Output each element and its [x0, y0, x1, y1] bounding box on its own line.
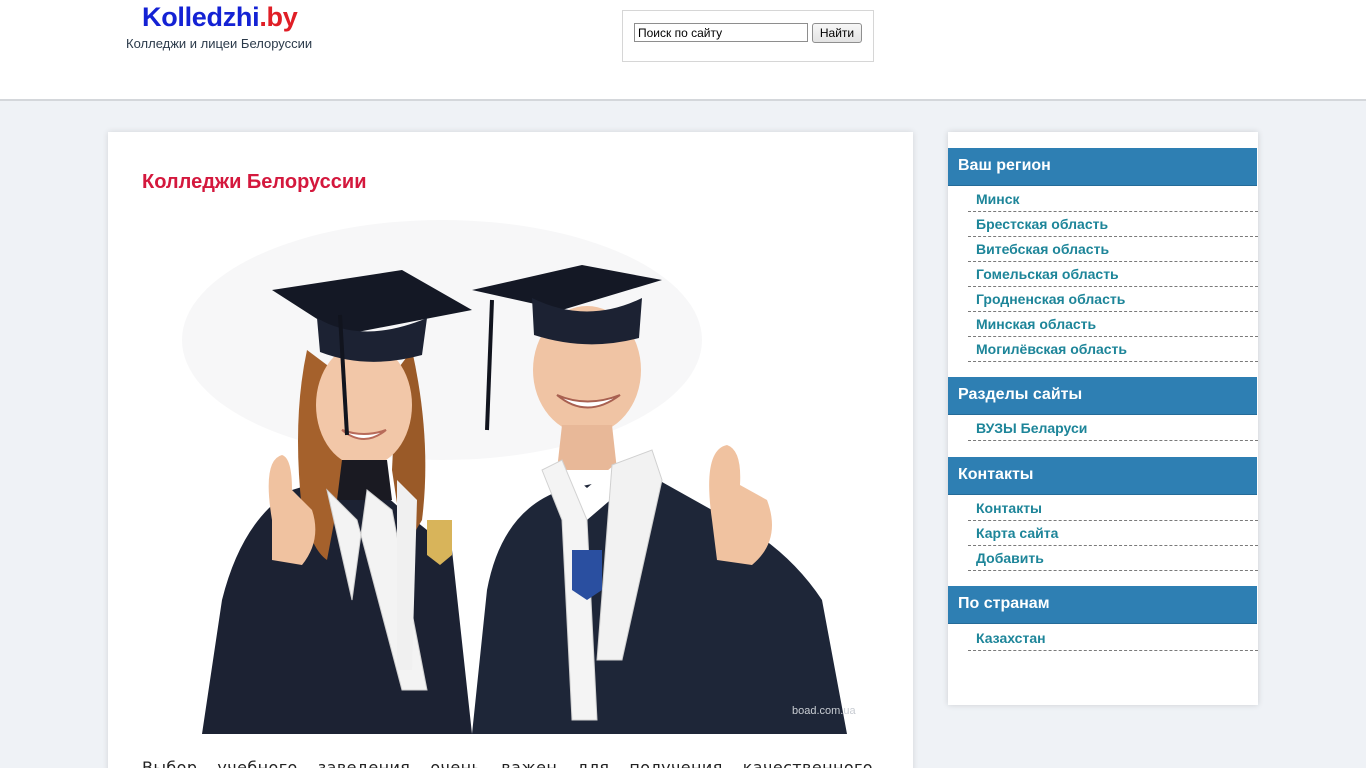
sidebar: Ваш регион Минск Брестская область Витеб… [948, 132, 1258, 705]
list-item: Карта сайта [968, 521, 1258, 546]
list-item: Добавить [968, 546, 1258, 571]
sections-link-universities[interactable]: ВУЗЫ Беларуси [968, 416, 1258, 440]
site-tagline: Колледжи и лицеи Белоруссии [126, 36, 313, 51]
sitemap-link[interactable]: Карта сайта [968, 521, 1258, 545]
list-item: Гродненская область [968, 287, 1258, 312]
region-link-vitebsk[interactable]: Витебская область [968, 237, 1258, 261]
region-link-minsk-oblast[interactable]: Минская область [968, 312, 1258, 336]
region-link-gomel[interactable]: Гомельская область [968, 262, 1258, 286]
list-item: Минская область [968, 312, 1258, 337]
region-link-brest[interactable]: Брестская область [968, 212, 1258, 236]
widget-title-region: Ваш регион [948, 148, 1257, 186]
graduates-illustration: boad.com.ua [142, 220, 873, 734]
main-content: Колледжи Белоруссии boad.com.ua Выбор уч… [108, 132, 913, 768]
search-button[interactable]: Найти [812, 23, 862, 43]
page-title: Колледжи Белоруссии [142, 171, 367, 193]
list-item: Гомельская область [968, 262, 1258, 287]
list-item: ВУЗЫ Беларуси [968, 416, 1258, 441]
country-link-kazakhstan[interactable]: Казахстан [968, 626, 1258, 650]
list-item: Контакты [968, 496, 1258, 521]
contacts-link[interactable]: Контакты [968, 496, 1258, 520]
list-item: Брестская область [968, 212, 1258, 237]
contacts-menu: Контакты Карта сайта Добавить [968, 496, 1258, 571]
countries-menu: Казахстан [968, 626, 1258, 651]
list-item: Минск [968, 187, 1258, 212]
site-logo[interactable]: Kolledzhi.by [142, 2, 298, 32]
list-item: Казахстан [968, 626, 1258, 651]
search-box: Найти [622, 10, 874, 62]
widget-title-sections: Разделы сайты [948, 377, 1257, 415]
logo-tld: .by [259, 2, 298, 32]
hero-image-graduates: boad.com.ua [142, 220, 873, 734]
widget-title-contacts: Контакты [948, 457, 1257, 495]
region-link-minsk[interactable]: Минск [968, 187, 1258, 211]
intro-text: Выбор учебного заведения очень важен для… [142, 758, 873, 768]
widget-title-countries: По странам [948, 586, 1257, 624]
svg-text:boad.com.ua: boad.com.ua [792, 705, 856, 717]
search-input[interactable] [634, 23, 808, 42]
region-link-mogilev[interactable]: Могилёвская область [968, 337, 1258, 361]
region-link-grodno[interactable]: Гродненская область [968, 287, 1258, 311]
site-header: Kolledzhi.by Колледжи и лицеи Белоруссии… [0, 0, 1366, 101]
logo-name: Kolledzhi [142, 2, 260, 32]
sections-menu: ВУЗЫ Беларуси [968, 416, 1258, 441]
list-item: Могилёвская область [968, 337, 1258, 362]
list-item: Витебская область [968, 237, 1258, 262]
add-link[interactable]: Добавить [968, 546, 1258, 570]
region-menu: Минск Брестская область Витебская област… [968, 187, 1258, 362]
